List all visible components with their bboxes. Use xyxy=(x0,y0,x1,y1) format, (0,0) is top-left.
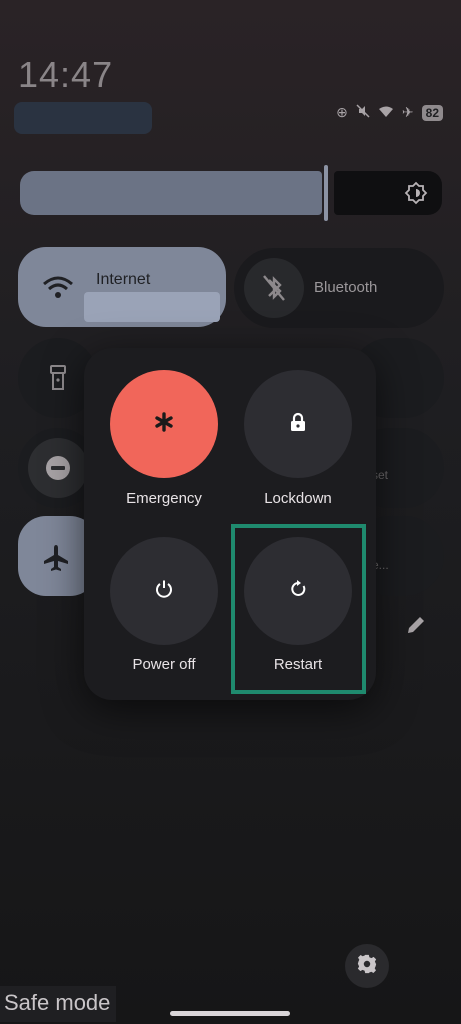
internet-network-name xyxy=(84,292,220,322)
mute-icon xyxy=(356,104,370,121)
lockdown-button[interactable] xyxy=(244,370,352,478)
lockdown-label: Lockdown xyxy=(264,490,332,507)
status-icons: ⊕ ✈ 82 xyxy=(336,104,443,121)
bluetooth-label: Bluetooth xyxy=(314,279,378,296)
brightness-slider-thumb[interactable] xyxy=(324,165,328,221)
safe-mode-label: Safe mode xyxy=(0,986,117,1022)
airplane-icon xyxy=(42,543,70,576)
brightness-icon xyxy=(404,181,428,205)
bluetooth-tile[interactable]: Bluetooth xyxy=(234,248,444,328)
power-off-label: Power off xyxy=(132,656,196,673)
flashlight-icon xyxy=(48,364,68,397)
power-icon xyxy=(154,579,174,604)
bluetooth-off-icon xyxy=(244,258,304,318)
battery-badge: 82 xyxy=(421,104,443,121)
power-off-button[interactable] xyxy=(110,537,218,645)
home-gesture-bar[interactable] xyxy=(170,1011,290,1016)
dnd-icon xyxy=(45,455,71,486)
data-saver-icon: ⊕ xyxy=(336,104,348,120)
asterisk-icon xyxy=(154,411,174,437)
emergency-label: Emergency xyxy=(126,490,202,507)
airplane-status-icon: ✈ xyxy=(401,104,414,120)
internet-tile[interactable]: Internet xyxy=(18,247,226,327)
internet-label: Internet xyxy=(96,271,151,288)
edit-icon[interactable] xyxy=(404,613,428,637)
restart-highlight-box xyxy=(231,524,366,694)
lock-icon xyxy=(290,412,306,437)
brightness-slider-fill[interactable] xyxy=(20,171,322,215)
gear-icon xyxy=(356,953,378,980)
wifi-icon xyxy=(42,275,74,304)
emergency-button[interactable] xyxy=(110,370,218,478)
settings-button[interactable] xyxy=(345,944,389,988)
clock: 14:47 xyxy=(18,54,114,95)
wifi-status-icon xyxy=(378,105,394,121)
date-placeholder xyxy=(14,102,152,134)
